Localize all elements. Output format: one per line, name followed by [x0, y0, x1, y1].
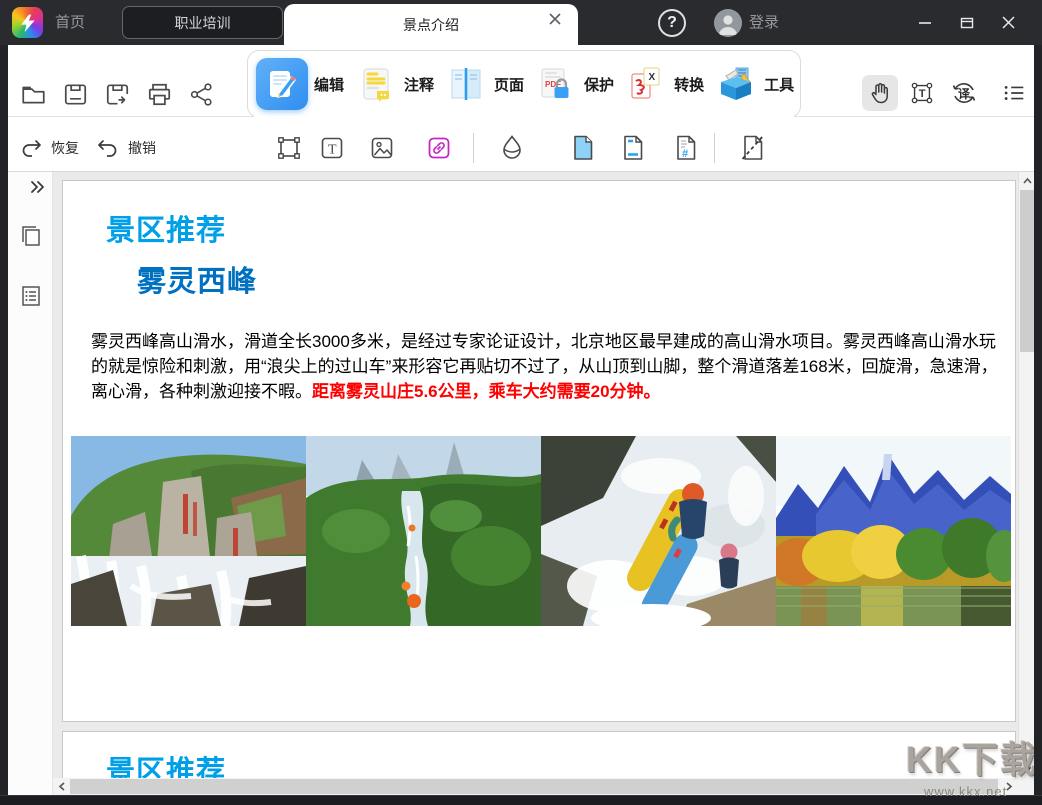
maximize-button[interactable] [947, 0, 987, 45]
minimize-button[interactable] [905, 0, 945, 45]
window-close-button[interactable] [988, 0, 1028, 45]
add-image-button[interactable] [364, 130, 400, 166]
avatar[interactable] [714, 9, 742, 37]
crop-page-button[interactable] [735, 130, 771, 166]
vertical-scrollbar[interactable] [1018, 172, 1034, 778]
toolbar-separator [473, 133, 474, 163]
share-button[interactable] [184, 77, 218, 111]
undo-button[interactable]: 撤销 [95, 129, 156, 167]
redo-label: 恢复 [51, 138, 79, 158]
site-watermark: KK下载 [906, 731, 1038, 783]
login-button[interactable]: 登录 [749, 0, 779, 45]
app-logo-icon[interactable] [12, 7, 43, 38]
tools-icon [714, 62, 758, 106]
horizontal-scrollbar-thumb[interactable] [70, 779, 998, 794]
convert-icon: X [624, 62, 668, 106]
thumbnails-panel-button[interactable] [17, 222, 45, 250]
tab-page-label: 页面 [494, 74, 524, 95]
tab-document-label: 景点介绍 [403, 15, 459, 35]
vertical-scrollbar-thumb[interactable] [1020, 190, 1034, 352]
undo-label: 撤销 [128, 138, 156, 158]
tab-convert[interactable]: X 转换 [624, 62, 704, 106]
page1-heading1: 景区推荐 [106, 207, 1015, 249]
page-number-button[interactable]: # [668, 130, 704, 166]
home-tab[interactable]: 首页 [55, 0, 85, 45]
convert-x-glyph: X [649, 72, 656, 83]
hand-tool-button[interactable] [862, 75, 898, 111]
print-button[interactable] [142, 77, 176, 111]
scroll-up-icon[interactable] [1019, 174, 1035, 188]
watermark-button[interactable] [494, 130, 530, 166]
text-select-tool-button[interactable]: T [904, 75, 940, 111]
tab-convert-label: 转换 [674, 74, 704, 95]
pdf-editor-window: 首页 职业培训 景点介绍 ? 登录 [0, 0, 1042, 805]
translate-glyph: 译 [958, 87, 971, 101]
tab-tools[interactable]: 工具 [714, 62, 794, 106]
photo-strip [71, 436, 1011, 626]
translate-button[interactable]: 译 [946, 75, 982, 111]
paragraph-highlight-red: 距离雾灵山庄5.6公里，乘车大约需要20分钟。 [312, 382, 661, 401]
page1-paragraph: 雾灵西峰高山滑水，滑道全长3000多米，是经过专家论证设计，北京地区最早建成的高… [91, 329, 999, 404]
page1-heading2: 雾灵西峰 [137, 258, 1015, 300]
titlebar: 首页 职业培训 景点介绍 ? 登录 [0, 0, 1042, 45]
tab-close-icon[interactable] [548, 12, 562, 26]
comment-icon [354, 62, 398, 106]
expand-sidebar-button[interactable] [28, 178, 48, 196]
scroll-left-icon[interactable] [54, 778, 69, 795]
tab-protect-label: 保护 [584, 74, 614, 95]
save-as-button[interactable] [100, 77, 134, 111]
rock-inscription-waterfall-photo [71, 436, 306, 626]
tab-comment-label: 注释 [404, 74, 434, 95]
tab-tools-label: 工具 [764, 74, 794, 95]
add-text-button[interactable]: T [314, 130, 350, 166]
toolbar: 编辑 注释 [8, 45, 1034, 172]
window-border-left [0, 45, 8, 805]
header-footer-button[interactable] [615, 130, 651, 166]
bookmarks-panel-button[interactable] [17, 282, 45, 310]
edit-icon [256, 58, 308, 110]
ribbon-tab-bar: 编辑 注释 [247, 50, 801, 118]
left-panel-bar [8, 172, 53, 795]
menu-list-button[interactable] [996, 75, 1032, 111]
tab-edit-label: 编辑 [314, 74, 344, 95]
tab-document-active[interactable]: 景点介绍 [284, 4, 578, 45]
site-watermark-url: www.kkx.net [924, 784, 1007, 799]
horizontal-scrollbar[interactable] [53, 778, 1018, 795]
autumn-lake-mountain-photo [776, 436, 1011, 626]
tab-edit[interactable]: 编辑 [256, 58, 344, 110]
add-link-button[interactable] [421, 130, 457, 166]
tab-training[interactable]: 职业培训 [122, 6, 283, 39]
help-button[interactable]: ? [658, 9, 686, 37]
page-icon [444, 62, 488, 106]
window-border-bottom [0, 795, 1042, 805]
tab-page[interactable]: 页面 [444, 62, 524, 106]
open-file-button[interactable] [16, 77, 50, 111]
select-object-button[interactable] [271, 130, 307, 166]
help-icon: ? [667, 14, 677, 32]
tab-protect[interactable]: PDF 保护 [534, 62, 614, 106]
green-valley-rafting-photo [306, 436, 541, 626]
redo-button[interactable]: 恢复 [18, 129, 79, 167]
add-text-glyph: T [328, 143, 337, 158]
background-button[interactable] [565, 130, 601, 166]
toolbar-separator [714, 133, 715, 163]
text-select-glyph: T [919, 88, 926, 100]
whitewater-rafting-photo [541, 436, 776, 626]
document-viewport[interactable]: 景区推荐 雾灵西峰 雾灵西峰高山滑水，滑道全长3000多米，是经过专家论证设计，… [53, 172, 1018, 795]
window-border-right [1034, 45, 1042, 805]
pdf-page-1: 景区推荐 雾灵西峰 雾灵西峰高山滑水，滑道全长3000多米，是经过专家论证设计，… [62, 180, 1016, 722]
page-number-glyph: # [682, 148, 688, 160]
save-button[interactable] [58, 77, 92, 111]
protect-icon: PDF [534, 62, 578, 106]
tab-comment[interactable]: 注释 [354, 62, 434, 106]
